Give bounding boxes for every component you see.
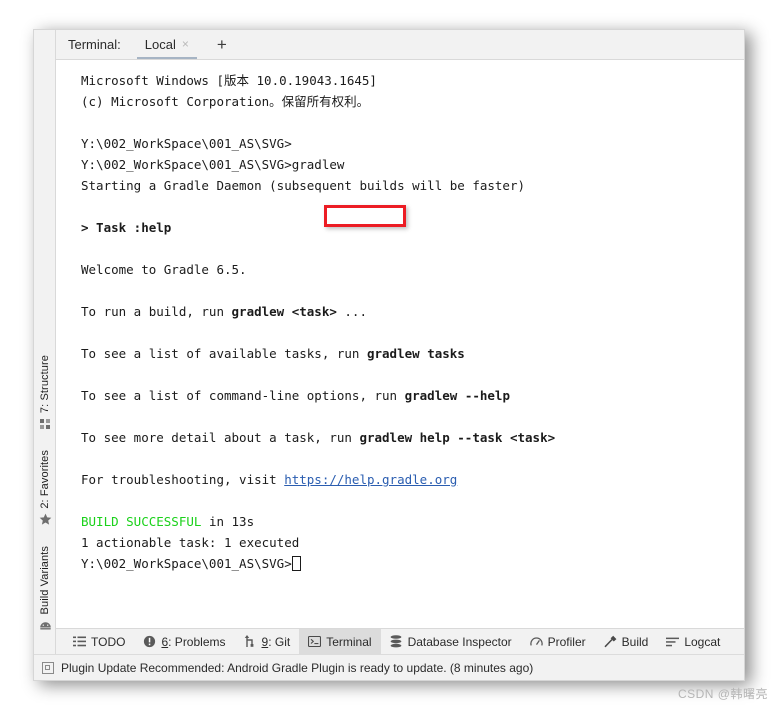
- sidebar-item-favorites-label: 2: Favorites: [39, 450, 51, 509]
- terminal-line: 1 actionable task: 1 executed: [81, 532, 744, 553]
- csdn-watermark: CSDN @韩曙亮: [677, 687, 768, 701]
- toolwindow-item-logcat[interactable]: Logcat: [657, 629, 729, 654]
- terminal-text: Y:\002_WorkSpace\001_AS\SVG>gradlew: [81, 157, 345, 172]
- terminal-line: Y:\002_WorkSpace\001_AS\SVG>: [81, 553, 744, 574]
- branch-icon: [244, 635, 257, 648]
- list-icon: [73, 635, 86, 648]
- build-status-text: BUILD SUCCESSFUL: [81, 514, 202, 529]
- ide-window: 7: Structure 2: Favorites Build Variants: [33, 29, 745, 681]
- tab-local-label: Local: [144, 36, 176, 52]
- toolwindow-item-terminal[interactable]: Terminal: [299, 629, 381, 654]
- toolwindow-item-database-inspector[interactable]: Database Inspector: [381, 629, 521, 654]
- terminal-line: For troubleshooting, visit https://help.…: [81, 469, 744, 490]
- toolwindow-item-label: 6: Problems: [161, 634, 226, 649]
- terminal-line: Y:\002_WorkSpace\001_AS\SVG>: [81, 133, 744, 154]
- sidebar-item-structure[interactable]: 7: Structure: [34, 355, 56, 435]
- terminal-text: in 13s: [201, 514, 255, 529]
- star-icon: [39, 513, 52, 531]
- terminal-text: To see a list of available tasks, run: [81, 346, 367, 361]
- lines-icon: [666, 635, 680, 648]
- toolwindow-item-label: Profiler: [547, 634, 586, 649]
- terminal-lines: Microsoft Windows [版本 10.0.19043.1645] (c…: [81, 70, 744, 574]
- gradle-help-link[interactable]: https://help.gradle.org: [284, 472, 457, 487]
- terminal-output-panel[interactable]: Microsoft Windows [版本 10.0.19043.1645] (c…: [56, 60, 744, 628]
- toolwindow-item-profiler[interactable]: Profiler: [521, 629, 595, 654]
- android-icon: [39, 618, 52, 636]
- terminal-line: BUILD SUCCESSFUL in 13s: [81, 511, 744, 532]
- terminal-text: Y:\002_WorkSpace\001_AS\SVG>: [81, 136, 292, 151]
- status-message[interactable]: Plugin Update Recommended: Android Gradl…: [61, 661, 533, 675]
- hammer-icon: [604, 635, 617, 648]
- terminal-line: Welcome to Gradle 6.5.: [81, 259, 744, 280]
- status-bar: Plugin Update Recommended: Android Gradl…: [34, 654, 744, 680]
- close-icon[interactable]: ×: [182, 38, 189, 50]
- gauge-icon: [529, 635, 543, 648]
- left-tool-strip: 7: Structure 2: Favorites Build Variants: [34, 30, 56, 680]
- terminal-text: To see a list of command-line options, r…: [81, 388, 405, 403]
- terminal-line: To see a list of command-line options, r…: [81, 385, 744, 406]
- tab-local[interactable]: Local ×: [136, 33, 197, 59]
- sidebar-item-build-variants[interactable]: Build Variants: [34, 546, 56, 636]
- notification-icon[interactable]: [42, 661, 54, 674]
- console-icon: [308, 635, 322, 648]
- terminal-line: Y:\002_WorkSpace\001_AS\SVG>gradlew: [81, 154, 744, 175]
- sidebar-item-build-variants-label: Build Variants: [39, 546, 51, 615]
- sidebar-item-structure-label: 7: Structure: [39, 355, 51, 414]
- terminal-line: > Task :help: [81, 217, 744, 238]
- terminal-text: Y:\002_WorkSpace\001_AS\SVG>: [81, 556, 292, 571]
- toolwindow-item-label: 9: Git: [261, 634, 291, 649]
- terminal-bold-text: gradlew help --task <task>: [359, 430, 556, 445]
- terminal-text: Welcome to Gradle 6.5.: [81, 262, 247, 277]
- terminal-header: Terminal: Local × +: [56, 30, 744, 60]
- toolwindow-item-label: Terminal: [326, 634, 372, 649]
- toolwindow-item-label: TODO: [91, 634, 126, 649]
- toolwindow-item-label: Database Inspector: [407, 634, 512, 649]
- terminal-bold-text: gradlew <task>: [231, 304, 337, 319]
- toolwindow-item-problems[interactable]: 6: Problems: [134, 629, 234, 654]
- terminal-line: To run a build, run gradlew <task> ...: [81, 301, 744, 322]
- terminal-text: Starting a Gradle Daemon (subsequent bui…: [81, 178, 526, 193]
- toolwindow-item-build[interactable]: Build: [595, 629, 658, 654]
- toolwindow-item-todo[interactable]: TODO: [64, 629, 134, 654]
- toolwindow-item-git[interactable]: 9: Git: [235, 629, 300, 654]
- sidebar-item-favorites[interactable]: 2: Favorites: [34, 450, 56, 531]
- add-tab-icon[interactable]: +: [211, 36, 233, 53]
- toolwindow-item-label: Build: [621, 634, 649, 649]
- terminal-line: To see a list of available tasks, run gr…: [81, 343, 744, 364]
- terminal-line: (c) Microsoft Corporation。保留所有权利。: [81, 91, 744, 112]
- terminal-line: Starting a Gradle Daemon (subsequent bui…: [81, 175, 744, 196]
- terminal-text: ...: [336, 304, 367, 319]
- terminal-line: To see more detail about a task, run gra…: [81, 427, 744, 448]
- warning-icon: [143, 635, 156, 648]
- toolwindow-item-label: Logcat: [684, 634, 721, 649]
- terminal-text: For troubleshooting, visit: [81, 472, 285, 487]
- terminal-text: To see more detail about a task, run: [81, 430, 360, 445]
- terminal-bold-text: > Task :help: [81, 220, 172, 235]
- terminal-title: Terminal:: [68, 37, 121, 52]
- terminal-text: Microsoft Windows [版本 10.0.19043.1645]: [81, 73, 377, 88]
- terminal-text: To run a build, run: [81, 304, 232, 319]
- terminal-bold-text: gradlew --help: [404, 388, 510, 403]
- terminal-bold-text: gradlew tasks: [366, 346, 465, 361]
- terminal-line: Microsoft Windows [版本 10.0.19043.1645]: [81, 70, 744, 91]
- database-icon: [390, 635, 403, 648]
- terminal-cursor: [291, 556, 301, 571]
- annotation-red-rectangle: [324, 205, 406, 227]
- structure-icon: [39, 417, 51, 435]
- terminal-text: (c) Microsoft Corporation。保留所有权利。: [81, 94, 370, 109]
- terminal-text: 1 actionable task: 1 executed: [81, 535, 300, 550]
- tool-window-bar: TODO 6: Problems 9: Git Terminal Database In…: [56, 628, 744, 654]
